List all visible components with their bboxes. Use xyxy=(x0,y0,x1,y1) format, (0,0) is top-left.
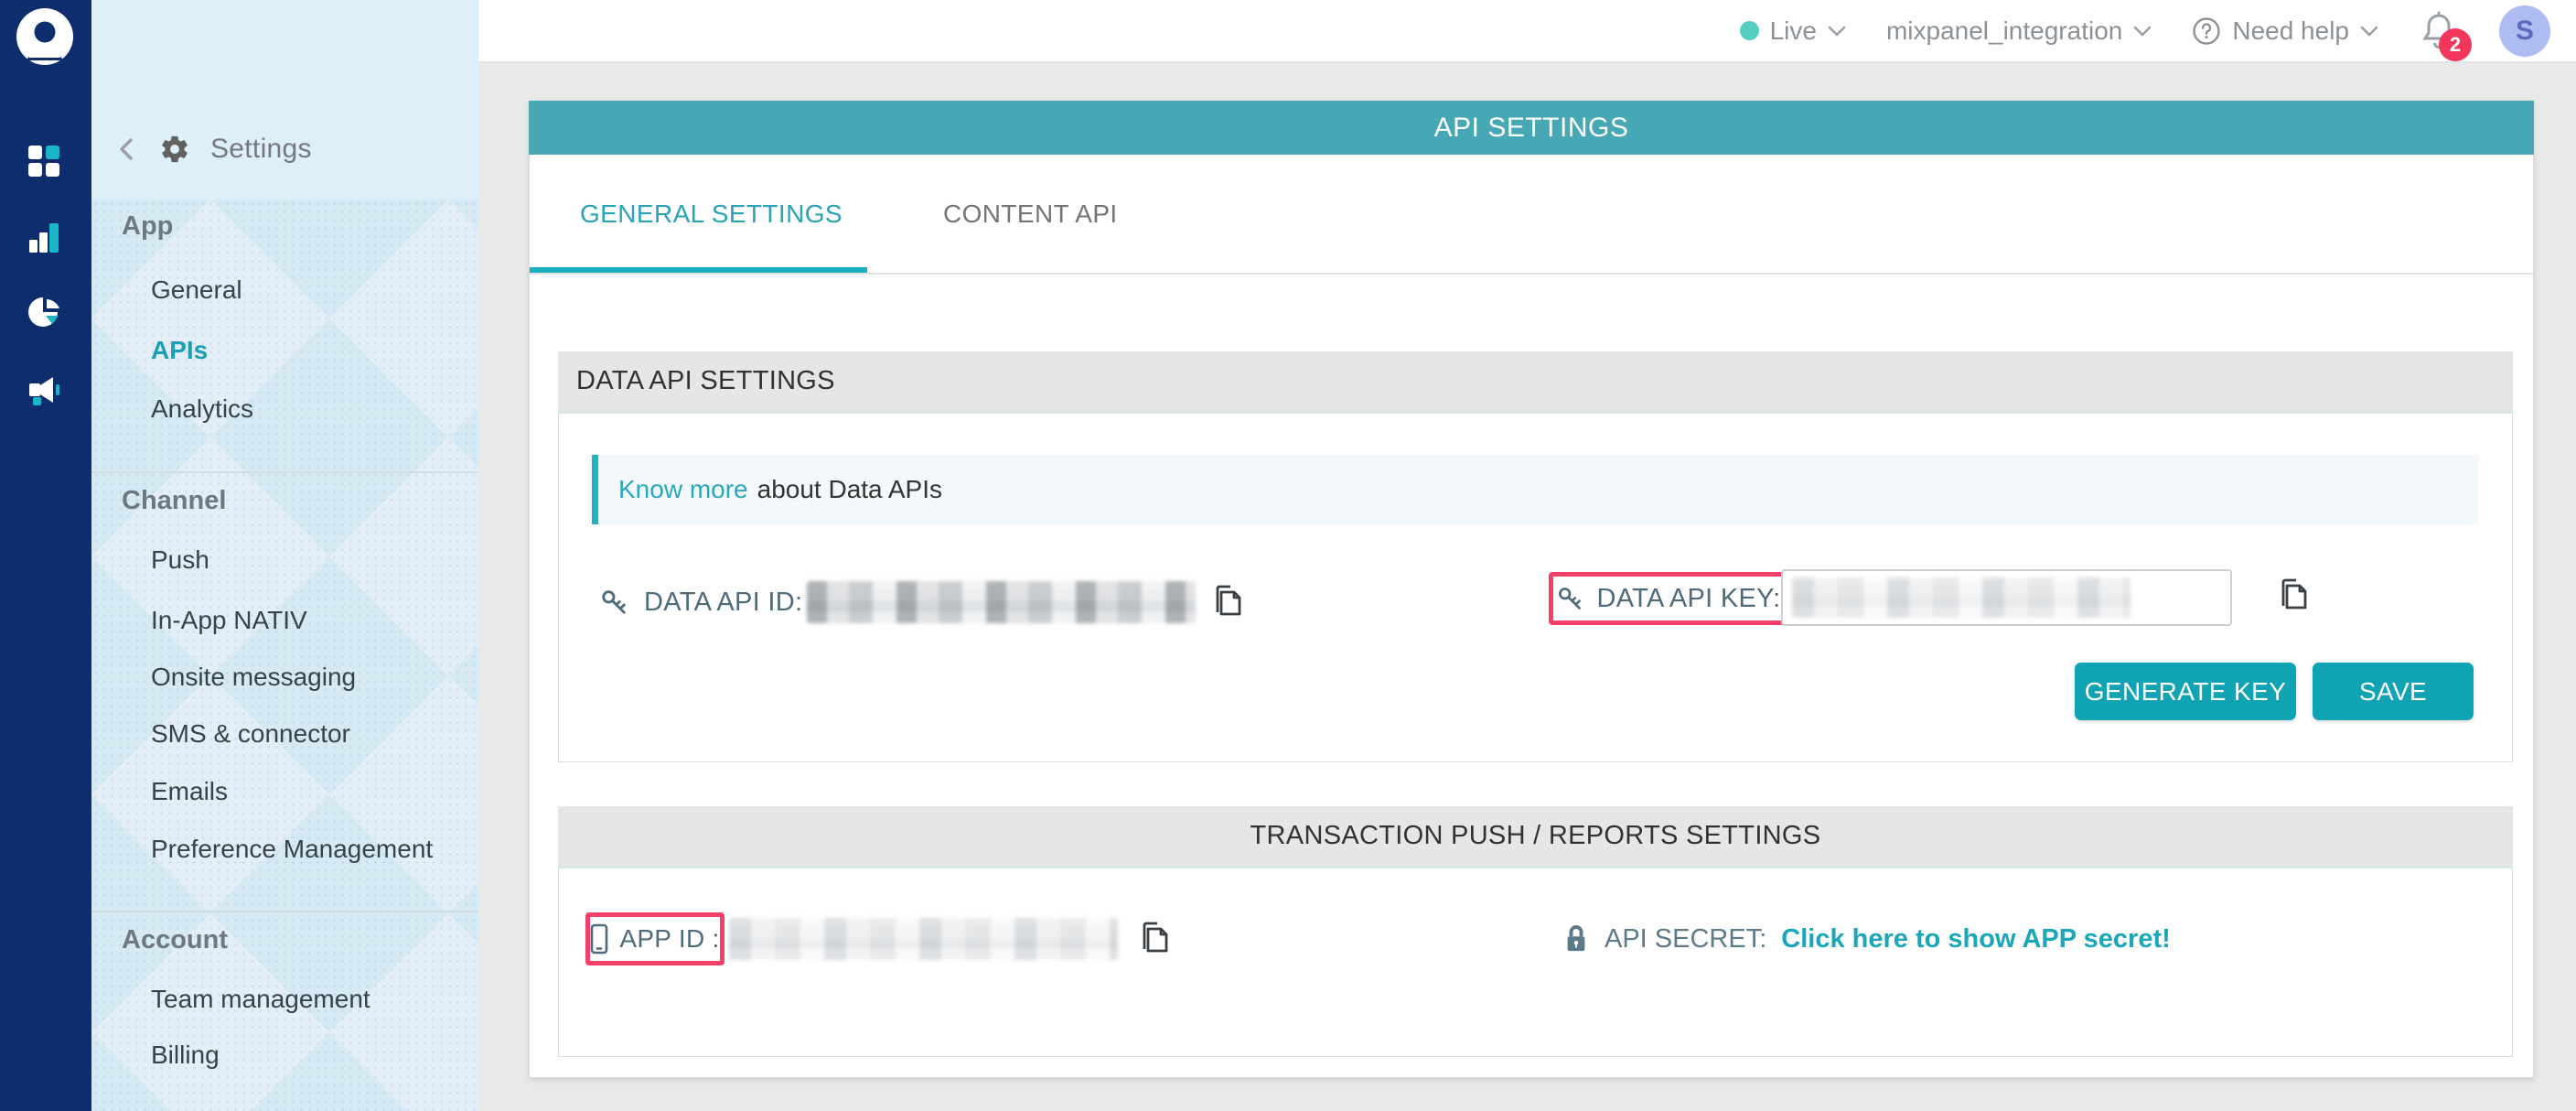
sidebar-item-apis[interactable]: APIs xyxy=(151,332,208,369)
help-label: Need help xyxy=(2232,16,2349,46)
phone-icon xyxy=(590,923,608,955)
copy-icon[interactable] xyxy=(2275,577,2310,615)
chevron-down-icon xyxy=(2360,25,2378,38)
sidebar-item-billing[interactable]: Billing xyxy=(151,1037,220,1073)
sidebar-item-analytics[interactable]: Analytics xyxy=(151,391,253,427)
sidebar-header: Settings xyxy=(91,0,478,200)
data-api-info-strip: Know more about Data APIs xyxy=(592,455,2479,524)
sidebar-divider xyxy=(91,471,478,473)
back-chevron-icon[interactable] xyxy=(115,137,139,161)
sidebar-item-onsite[interactable]: Onsite messaging xyxy=(151,659,356,696)
data-api-section: DATA API SETTINGS Know more about Data A… xyxy=(558,351,2513,762)
help-menu[interactable]: Need help xyxy=(2192,16,2378,46)
transaction-section: TRANSACTION PUSH / REPORTS SETTINGS APP … xyxy=(558,806,2513,1057)
apps-grid-icon[interactable] xyxy=(26,143,62,179)
project-selector[interactable]: mixpanel_integration xyxy=(1886,16,2152,46)
reports-pie-icon[interactable] xyxy=(26,295,62,331)
gear-icon xyxy=(159,134,190,165)
api-secret-label: API SECRET: xyxy=(1605,924,1766,955)
sidebar-section-app: App xyxy=(122,208,173,244)
env-label: Live xyxy=(1770,16,1817,46)
data-api-id-label: DATA API ID: xyxy=(644,588,802,618)
transaction-section-header: TRANSACTION PUSH / REPORTS SETTINGS xyxy=(558,806,2513,868)
sidebar-item-emails[interactable]: Emails xyxy=(151,773,228,810)
nav-rail xyxy=(0,0,91,1111)
api-secret-field: API SECRET: Click here to show APP secre… xyxy=(1562,912,2171,965)
save-button[interactable]: SAVE xyxy=(2313,663,2474,720)
brand-logo[interactable] xyxy=(16,7,74,66)
page-title: API SETTINGS xyxy=(529,101,2534,155)
tab-general-settings[interactable]: GENERAL SETTINGS xyxy=(530,200,893,229)
app-id-label: APP ID : xyxy=(619,924,719,954)
copy-icon[interactable] xyxy=(1136,920,1171,958)
sidebar-item-team[interactable]: Team management xyxy=(151,981,370,1018)
sidebar-item-sms[interactable]: SMS & connector xyxy=(151,716,350,752)
data-api-key-value-redacted xyxy=(1792,577,2131,618)
key-icon xyxy=(599,588,628,617)
key-icon xyxy=(1556,585,1583,612)
topbar: Live mixpanel_integration Need help 2 S xyxy=(478,0,2576,63)
lock-icon xyxy=(1562,923,1590,955)
active-tab-underline xyxy=(530,267,867,273)
data-api-section-header: DATA API SETTINGS xyxy=(558,351,2513,414)
analytics-bars-icon[interactable] xyxy=(26,220,62,256)
data-api-actions: GENERATE KEY SAVE xyxy=(2075,663,2474,720)
data-api-id-field: DATA API ID: xyxy=(599,578,1244,626)
live-status-dot xyxy=(1740,21,1759,40)
sidebar-title: Settings xyxy=(210,134,312,165)
avatar[interactable]: S xyxy=(2499,5,2550,57)
sidebar-item-inapp[interactable]: In-App NATIV xyxy=(151,602,307,639)
settings-sidebar: Settings App General APIs Analytics Chan… xyxy=(91,0,478,1111)
sidebar-item-push[interactable]: Push xyxy=(151,542,209,578)
know-more-link[interactable]: Know more xyxy=(618,475,748,504)
data-api-key-label: DATA API KEY: xyxy=(1596,584,1780,614)
sidebar-menu: App General APIs Analytics Channel Push … xyxy=(91,200,478,1111)
app-id-highlight-box: APP ID : xyxy=(585,912,724,965)
campaigns-megaphone-icon[interactable] xyxy=(26,372,62,409)
api-settings-panel: API SETTINGS GENERAL SETTINGS CONTENT AP… xyxy=(529,101,2534,1078)
tab-content-api[interactable]: CONTENT API xyxy=(893,200,1168,229)
notifications-bell[interactable]: 2 xyxy=(2419,10,2459,52)
sidebar-section-channel: Channel xyxy=(122,482,226,519)
data-api-key-highlight-box: DATA API KEY: xyxy=(1549,572,1788,625)
app-id-value-redacted xyxy=(729,918,1118,960)
copy-icon[interactable] xyxy=(1209,583,1244,621)
show-app-secret-link[interactable]: Click here to show APP secret! xyxy=(1781,924,2170,955)
notification-badge: 2 xyxy=(2439,28,2472,61)
chevron-down-icon xyxy=(1828,25,1846,38)
sidebar-section-account: Account xyxy=(122,922,228,958)
data-api-key-input[interactable] xyxy=(1781,569,2232,626)
generate-key-button[interactable]: GENERATE KEY xyxy=(2075,663,2296,720)
sidebar-divider xyxy=(91,911,478,912)
sidebar-item-general[interactable]: General xyxy=(151,272,242,308)
chevron-down-icon xyxy=(2133,25,2152,38)
env-selector[interactable]: Live xyxy=(1740,16,1846,46)
help-icon xyxy=(2192,16,2221,46)
project-name: mixpanel_integration xyxy=(1886,16,2122,46)
sidebar-item-preference[interactable]: Preference Management xyxy=(151,831,433,868)
info-text: about Data APIs xyxy=(757,475,942,504)
data-api-id-value-redacted xyxy=(807,581,1196,623)
tab-bar: GENERAL SETTINGS CONTENT API xyxy=(530,155,2533,275)
